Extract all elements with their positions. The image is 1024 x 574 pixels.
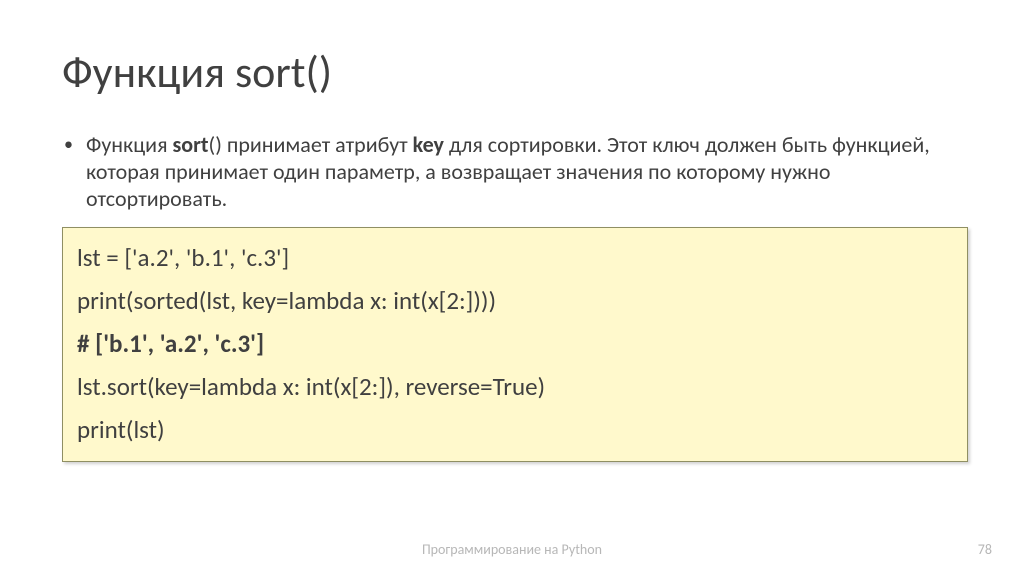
code-block: lst = ['a.2', 'b.1', 'c.3'] print(sorted… [62,227,968,462]
page-number: 78 [978,541,992,558]
bullet-bold-sort: sort [172,131,208,158]
code-line-4: lst.sort(key=lambda x: int(x[2:]), rever… [77,365,953,408]
slide-container: Функция sort() Функция sort() принимает … [0,0,1024,574]
footer-caption: Программирование на Python [0,541,1024,558]
code-line-3-comment: # ['b.1', 'a.2', 'c.3'] [77,322,953,365]
slide-title: Функция sort() [62,48,962,96]
code-line-2: print(sorted(lst, key=lambda x: int(x[2:… [77,279,953,322]
code-line-5: print(lst) [77,408,953,451]
bullet-text-leading: Функция [86,131,172,158]
code-line-1: lst = ['a.2', 'b.1', 'c.3'] [77,236,953,279]
bullet-description: Функция sort() принимает атрибут key для… [62,132,962,212]
bullet-bold-key: key [413,131,444,158]
bullet-text-mid1: () принимает атрибут [209,131,413,158]
